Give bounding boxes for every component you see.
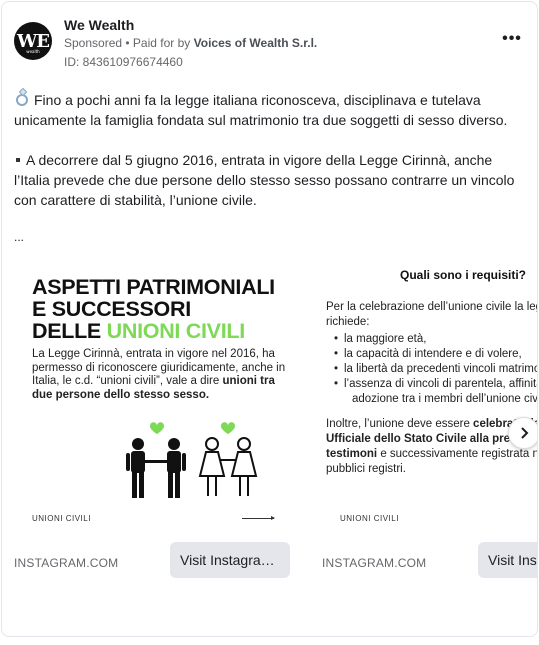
requirement-item: la capacità di intendere e di volere, xyxy=(334,347,537,362)
avatar[interactable]: WE wealth xyxy=(14,22,52,60)
slide-2-intro: Per la celebrazione dell’unione civile l… xyxy=(326,301,537,328)
ad-id: ID: 843610976674460 xyxy=(64,55,183,69)
page-name[interactable]: We Wealth xyxy=(64,17,134,33)
body-paragraph-1-text: Fino a pochi anni fa la legge italiana r… xyxy=(14,92,508,128)
carousel: ASPETTI PATRIMONIALI E SUCCESSORI DELLE … xyxy=(2,242,538,582)
slide-1-footer: INSTAGRAM.COM Visit Instagram profile xyxy=(2,534,302,582)
slide-2-title: Quali sono i requisiti? xyxy=(400,268,527,282)
heart-icon xyxy=(221,422,235,434)
avatar-subtext: wealth xyxy=(26,49,40,54)
requirement-item: la libertà da precedenti vincoli matrimo… xyxy=(334,362,537,377)
title-line-3-prefix: DELLE xyxy=(32,319,107,343)
carousel-image-2[interactable]: Quali sono i requisiti? Per la celebrazi… xyxy=(310,242,538,534)
outro-plain-1: Inoltre, l’unione deve essere xyxy=(326,418,474,430)
man-figure-icon xyxy=(167,438,186,498)
outro-plain-3: pubblici registri. xyxy=(326,463,406,475)
slide-2-text: Per la celebrazione dell’unione civile l… xyxy=(326,300,538,477)
woman-figure-icon xyxy=(230,437,258,496)
heart-icon xyxy=(150,422,164,434)
slide-1-title: ASPETTI PATRIMONIALI E SUCCESSORI DELLE … xyxy=(32,276,275,342)
title-line-3: DELLE UNIONI CIVILI xyxy=(32,320,275,342)
requirement-item-continued: adozione tra i membri dell’unione civile… xyxy=(352,393,538,405)
slide-1-description: La Legge Cirinnà, entrata in vigore nel … xyxy=(32,348,287,402)
body-paragraph-2: A decorrere dal 5 giugno 2016, entrata i… xyxy=(14,150,529,210)
man-figure-icon xyxy=(126,438,145,498)
requirement-item: la maggiore età, xyxy=(334,332,537,347)
body-paragraph-1: Fino a pochi anni fa la legge italiana r… xyxy=(14,90,529,130)
ring-icon xyxy=(16,94,28,106)
requirement-item: l’assenza di vincoli di parentela, affin… xyxy=(334,377,537,392)
visit-instagram-button[interactable]: Visit Instagram profile xyxy=(170,542,290,578)
ad-body: Fino a pochi anni fa la legge italiana r… xyxy=(14,90,529,244)
ad-header: WE wealth We Wealth Sponsored • Paid for… xyxy=(14,14,525,74)
payer-name: Voices of Wealth S.r.l. xyxy=(193,36,318,50)
slide-1-footer-label: UNIONI CIVILI xyxy=(32,514,91,523)
arrow-right-icon xyxy=(242,516,275,520)
carousel-card-2[interactable]: Quali sono i requisiti? Per la celebrazi… xyxy=(310,242,538,582)
title-line-1: ASPETTI PATRIMONIALI xyxy=(32,275,275,299)
sponsored-label: Sponsored xyxy=(64,36,123,50)
slide-2-source: INSTAGRAM.COM xyxy=(322,556,427,570)
paid-for-label: • Paid for by xyxy=(125,36,191,50)
woman-figure-icon xyxy=(198,437,226,496)
slide-2-footer: INSTAGRAM.COM Visit Instagram profile xyxy=(310,534,537,582)
sponsored-line: Sponsored • Paid for by Voices of Wealth… xyxy=(64,36,317,50)
bullet-icon xyxy=(16,157,20,162)
carousel-card-1[interactable]: ASPETTI PATRIMONIALI E SUCCESSORI DELLE … xyxy=(2,242,302,582)
slide-2-outro: Inoltre, l’unione deve essere celebrata … xyxy=(326,417,537,477)
visit-instagram-button[interactable]: Visit Instagram profile xyxy=(478,542,537,578)
carousel-next-button[interactable] xyxy=(508,417,537,449)
outro-bold-3: testimoni xyxy=(326,448,378,460)
title-line-3-accent: UNIONI CIVILI xyxy=(106,319,246,343)
outro-bold-2: Ufficiale dello Stato Civile alla presen… xyxy=(326,433,537,445)
slide-2-footer-label: UNIONI CIVILI xyxy=(340,514,399,523)
more-options-button[interactable]: ••• xyxy=(499,31,525,54)
outro-plain-2: e successivamente registrata negli xyxy=(380,448,537,460)
slide-1-source: INSTAGRAM.COM xyxy=(14,556,119,570)
requirements-list: la maggiore età, la capacità di intender… xyxy=(334,332,538,407)
body-paragraph-2-text: A decorrere dal 5 giugno 2016, entrata i… xyxy=(14,152,515,208)
ad-card: WE wealth We Wealth Sponsored • Paid for… xyxy=(1,1,538,637)
chevron-right-icon xyxy=(521,427,529,439)
couples-illustration xyxy=(126,422,258,498)
carousel-image-1[interactable]: ASPETTI PATRIMONIALI E SUCCESSORI DELLE … xyxy=(2,242,302,534)
title-line-2: E SUCCESSORI xyxy=(32,297,191,321)
